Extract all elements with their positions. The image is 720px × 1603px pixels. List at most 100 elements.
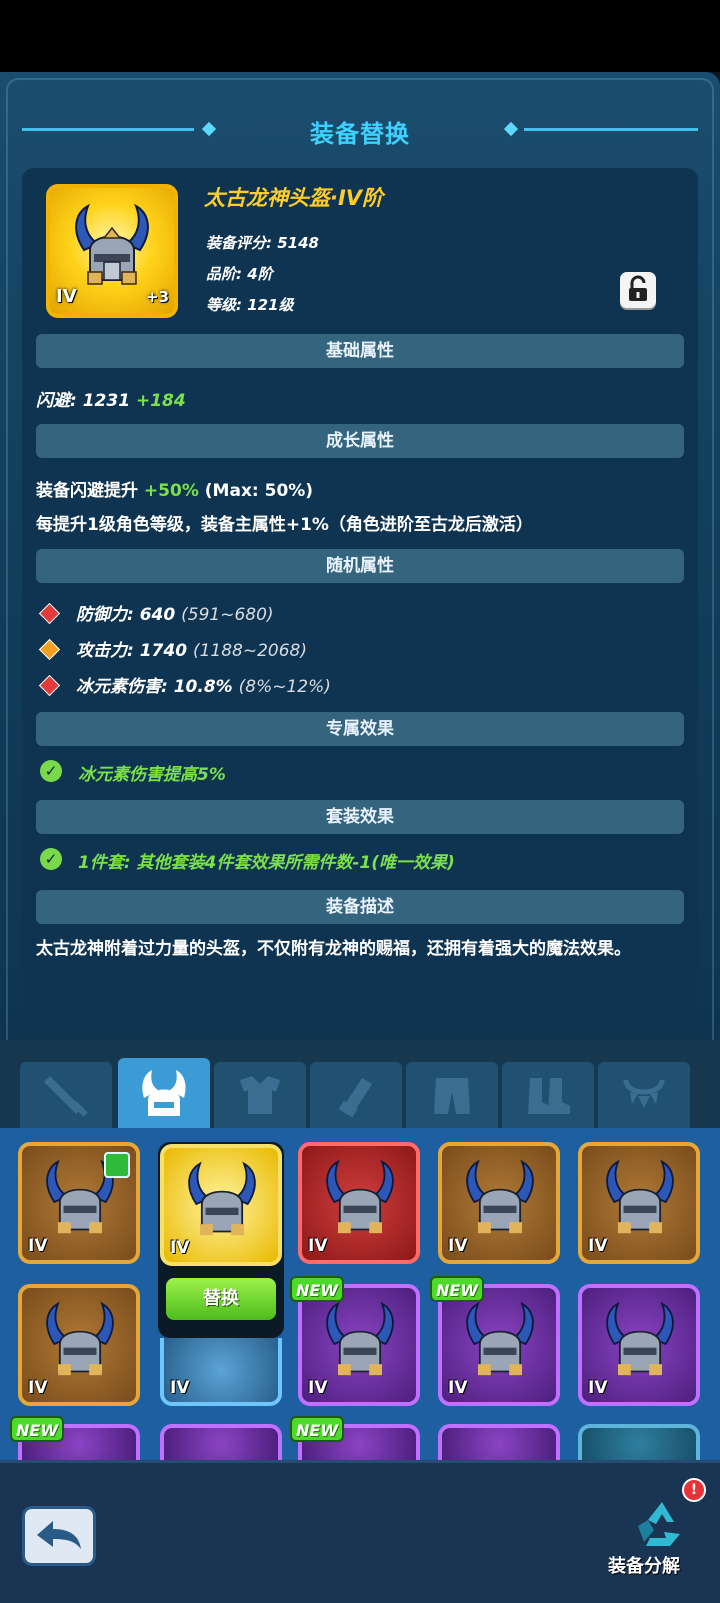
item-plus-label: +3 <box>146 288 170 306</box>
armor-icon <box>240 1076 280 1114</box>
check-icon: ✓ <box>40 760 62 782</box>
check-icon: ✓ <box>40 848 62 870</box>
helmet-icon <box>142 1070 186 1116</box>
bracer-icon <box>338 1078 372 1118</box>
helmet-icon <box>326 1159 394 1234</box>
basic-attr-bonus: +184 <box>135 391 186 411</box>
random-attr-2: 攻击力: 1740 (1188~2068) <box>76 636 307 661</box>
recycle-icon[interactable] <box>634 1496 690 1552</box>
growth-line-1-suffix: (Max: 50%) <box>204 481 314 501</box>
slot-tier: IV <box>28 1236 48 1256</box>
slot-tier: IV <box>588 1378 608 1398</box>
equipment-slot[interactable]: IV <box>438 1142 560 1264</box>
necklace-icon <box>623 1079 665 1108</box>
equipment-slot[interactable] <box>160 1424 282 1460</box>
slot-tier: IV <box>588 1236 608 1256</box>
helmet-icon <box>466 1159 534 1234</box>
section-exclusive-label: 专属效果 <box>326 719 394 739</box>
new-badge: NEW <box>10 1416 64 1442</box>
replace-button[interactable]: 替换 <box>166 1278 276 1320</box>
new-badge: NEW <box>430 1276 484 1302</box>
lock-button[interactable] <box>620 272 656 308</box>
sword-icon <box>44 1076 88 1117</box>
random-attr-3-range: (8%~12%) <box>238 677 331 697</box>
tab-helmet[interactable] <box>118 1058 210 1130</box>
section-exclusive: 专属效果 <box>36 712 684 746</box>
section-random-label: 随机属性 <box>326 556 394 576</box>
bottom-bar <box>0 1460 720 1603</box>
random-attr-3: 冰元素伤害: 10.8% (8%~12%) <box>76 672 331 697</box>
new-badge: NEW <box>290 1276 344 1302</box>
equipment-slot[interactable]: IV <box>298 1142 420 1264</box>
tab-pants[interactable] <box>406 1062 498 1128</box>
growth-line-1-value: +50% <box>143 481 199 501</box>
slot-tier: IV <box>448 1378 468 1398</box>
section-growth: 成长属性 <box>36 424 684 458</box>
item-level: 等级: 121级 <box>206 296 294 314</box>
helmet-icon <box>188 1161 256 1236</box>
panel-header: 装备替换 <box>0 110 720 150</box>
random-attr-1-label: 防御力: 640 <box>76 605 176 625</box>
section-desc: 装备描述 <box>36 890 684 924</box>
section-growth-label: 成长属性 <box>326 431 394 451</box>
slot-tier: IV <box>170 1378 190 1398</box>
random-attr-1-range: (591~680) <box>181 605 274 625</box>
helmet-icon <box>606 1159 674 1234</box>
back-arrow-icon <box>37 1521 81 1549</box>
helmet-icon <box>606 1301 674 1376</box>
helmet-icon <box>466 1301 534 1376</box>
growth-line-1-prefix: 装备闪避提升 <box>36 481 138 501</box>
growth-line-1: 装备闪避提升 +50% (Max: 50%) <box>36 476 313 501</box>
equipment-slot[interactable]: IV <box>578 1284 700 1406</box>
recycle-label[interactable]: 装备分解 <box>608 1552 680 1578</box>
back-button[interactable] <box>22 1506 96 1566</box>
section-basic: 基础属性 <box>36 334 684 368</box>
random-attr-3-label: 冰元素伤害: 10.8% <box>76 677 233 697</box>
slot-tier: IV <box>308 1378 328 1398</box>
growth-line-2: 每提升1级角色等级，装备主属性+1%（角色进阶至古龙后激活） <box>36 515 533 535</box>
status-bar <box>0 0 720 72</box>
equipment-slot[interactable]: IV <box>18 1142 140 1264</box>
unlock-icon <box>629 275 647 301</box>
alert-badge: ! <box>682 1478 706 1502</box>
slot-tier: IV <box>170 1238 190 1258</box>
set-effect: 1件套: 其他套装4件套效果所需件数-1(唯一效果) <box>78 853 455 873</box>
tab-boots[interactable] <box>502 1062 594 1128</box>
exclusive-effect: 冰元素伤害提高5% <box>78 765 226 785</box>
section-set-label: 套装效果 <box>326 807 394 827</box>
tab-necklace[interactable] <box>598 1062 690 1128</box>
helmet-icon <box>75 203 149 285</box>
new-badge: NEW <box>290 1416 344 1442</box>
section-random: 随机属性 <box>36 549 684 583</box>
basic-attr: 闪避: 1231 +184 <box>36 386 186 411</box>
random-attr-2-label: 攻击力: 1740 <box>76 641 188 661</box>
equipment-slot[interactable]: IV <box>18 1284 140 1406</box>
slot-tier: IV <box>448 1236 468 1256</box>
helmet-icon <box>46 1301 114 1376</box>
tab-armor[interactable] <box>214 1062 306 1128</box>
item-tier-label: IV <box>56 286 77 307</box>
section-set: 套装效果 <box>36 800 684 834</box>
equipment-slot-selected[interactable]: IV <box>160 1144 282 1266</box>
equipment-slot[interactable] <box>438 1424 560 1460</box>
equipment-slot[interactable]: IV <box>578 1142 700 1264</box>
equipment-slot[interactable]: IV <box>160 1338 282 1406</box>
page-title: 装备替换 <box>310 120 410 148</box>
title-line-right <box>524 128 698 131</box>
tab-bracer[interactable] <box>310 1062 402 1128</box>
section-desc-label: 装备描述 <box>326 897 394 917</box>
equipped-person-icon <box>104 1152 130 1178</box>
equipment-slot[interactable] <box>578 1424 700 1460</box>
pants-icon <box>434 1078 470 1114</box>
item-grade: 品阶: 4阶 <box>206 265 273 283</box>
section-basic-label: 基础属性 <box>326 341 394 361</box>
helmet-icon <box>326 1301 394 1376</box>
slot-tier: IV <box>28 1378 48 1398</box>
basic-attr-label: 闪避: 1231 <box>36 391 131 411</box>
item-score: 装备评分: 5148 <box>206 234 319 252</box>
boots-icon <box>528 1078 570 1114</box>
random-attr-2-range: (1188~2068) <box>192 641 307 661</box>
item-name: 太古龙神头盔·IV阶 <box>204 186 384 210</box>
item-icon[interactable]: IV +3 <box>46 184 178 318</box>
tab-weapon[interactable] <box>20 1062 112 1128</box>
